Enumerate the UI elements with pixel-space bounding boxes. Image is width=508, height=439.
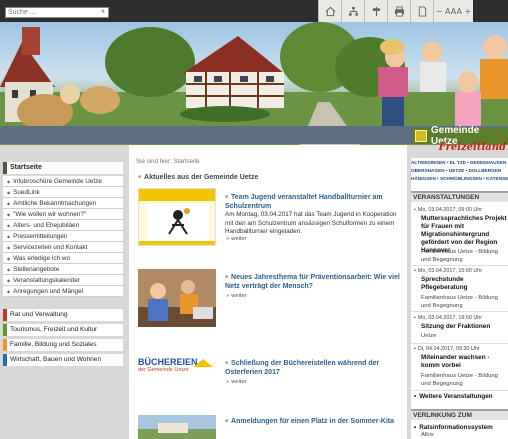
- link-subtitle: Allris: [421, 432, 434, 438]
- breadcrumb: Sie sind hier: Startseite: [136, 158, 200, 165]
- nav-subitem[interactable]: Alters- und Ehejubiläen: [3, 220, 123, 231]
- page: » − AAA +: [0, 0, 508, 439]
- divider: [411, 265, 508, 266]
- news-heading: Aktuelles aus der Gemeinde Uetze: [138, 174, 258, 181]
- nav-subitem[interactable]: Pressemitteilungen: [3, 231, 123, 242]
- print-icon[interactable]: [387, 0, 410, 22]
- event-title[interactable]: Miteinander wachsen - komm vorbei: [421, 354, 508, 370]
- event-date: Mo, 03.04.2017, 09:00 Uhr: [414, 207, 482, 213]
- nav-category-wirtschaft[interactable]: Wirtschaft, Bauen und Wohnen: [3, 354, 123, 366]
- place-line: ALTWEDINGEN • EL TZE • DEDENHAUSEN: [411, 160, 507, 165]
- place-names: ALTWEDINGEN • EL TZE • DEDENHAUSEN OBERS…: [411, 159, 508, 183]
- event-date: Mo, 03.04.2017, 15:00 Uhr: [414, 268, 482, 274]
- event-location: Uetze: [421, 333, 437, 339]
- event-location: Familienhaus Uetze - Bildung und Begegnu…: [421, 295, 498, 309]
- nav-subitem[interactable]: Amtliche Bekanntmachungen: [3, 198, 123, 209]
- toolbar: − AAA +: [318, 0, 473, 22]
- event-title[interactable]: Sitzung der Fraktionen: [421, 323, 508, 331]
- divider: [411, 390, 508, 391]
- right-sidebar: ALTWEDINGEN • EL TZE • DEDENHAUSEN OBERS…: [411, 158, 508, 439]
- event-date: Mo, 03.04.2017, 19:00 Uhr: [414, 315, 482, 321]
- article-image-children[interactable]: [138, 269, 216, 327]
- nav-category-rat[interactable]: Rat und Verwaltung: [3, 309, 123, 321]
- book-icon: [193, 359, 213, 367]
- sitemap-icon[interactable]: [341, 0, 364, 22]
- article-teaser: Am Montag, 03.04.2017 hat das Team Jugen…: [225, 211, 397, 235]
- article-more-link[interactable]: weiter: [226, 379, 246, 385]
- event-location: Familienhaus Uetze - Bildung und Begegnu…: [421, 373, 498, 387]
- nav-category-tourismus[interactable]: Tourismus, Freizeit und Kultur: [3, 324, 123, 336]
- nav-subitem[interactable]: Servicezeiten und Kontakt: [3, 242, 123, 253]
- divider: [411, 311, 508, 312]
- municipality-logo[interactable]: Gemeinde Uetze Freizeitland: [412, 125, 508, 158]
- logo-slogan: Freizeitland: [438, 142, 506, 153]
- nav-subitem[interactable]: Infobroschüre Gemeinde Uetze: [3, 176, 123, 187]
- article-title[interactable]: Team Jugend veranstaltet Handballturnier…: [225, 193, 400, 211]
- nav-subitem[interactable]: Stellenangebote: [3, 264, 123, 275]
- nav-subitem[interactable]: Was erledige ich wo: [3, 253, 123, 264]
- nav-item-startseite[interactable]: Startseite: [3, 162, 123, 174]
- library-logo[interactable]: BÜCHEREIEN der Gemeinde Uetze: [138, 357, 216, 379]
- place-line: OBERSHAGEN • UETZE • DOLLBERGEN: [411, 168, 502, 173]
- crest-icon: [415, 130, 427, 142]
- search-button[interactable]: »: [98, 8, 108, 17]
- event-date: Di, 04.04.2017, 09:30 Uhr: [414, 346, 480, 352]
- article-title[interactable]: Anmeldungen für einen Platz in der Somme…: [225, 417, 400, 426]
- nav-category-familie[interactable]: Familie, Bildung und Soziales: [3, 339, 123, 351]
- signpost-icon[interactable]: [364, 0, 387, 22]
- article-more-link[interactable]: weiter: [226, 236, 246, 242]
- place-line: HÄNIGSEN • SCHWÜBLINGSEN • KATENSEN: [411, 176, 508, 181]
- top-bar: » − AAA +: [0, 0, 508, 22]
- more-events-link[interactable]: Weitere Veranstaltungen: [414, 393, 492, 400]
- nav-subitem[interactable]: Veranstaltungskalender: [3, 275, 123, 286]
- nav-subitem[interactable]: "Wie wollen wir wohnen?": [3, 209, 123, 220]
- document-icon[interactable]: [410, 0, 433, 22]
- article-more-link[interactable]: weiter: [226, 293, 246, 299]
- font-size-control[interactable]: − AAA +: [433, 0, 473, 22]
- search-input[interactable]: [5, 7, 109, 18]
- article-image-handball[interactable]: [138, 188, 216, 246]
- article-image-kita[interactable]: [138, 415, 216, 439]
- nav-subitem[interactable]: SuedLink: [3, 187, 123, 198]
- event-title[interactable]: Sprechstunde Pflegeberatung: [421, 276, 508, 292]
- article-title[interactable]: Schließung der Büchereistellen während d…: [225, 359, 400, 377]
- article-title[interactable]: Neues Jahresthema für Präventionsarbeit:…: [225, 273, 400, 291]
- link-ratsinformationssystem[interactable]: Ratsinformationssystem: [414, 424, 492, 431]
- main-content: Sie sind hier: Startseite Aktuelles aus …: [129, 145, 407, 439]
- links-heading: VERLINKUNG ZUM: [411, 409, 508, 420]
- nav-subitem[interactable]: Anregungen und Mängel: [3, 286, 123, 297]
- home-icon[interactable]: [318, 0, 341, 22]
- divider: [411, 343, 508, 344]
- events-heading: VERANSTALTUNGEN: [411, 191, 508, 202]
- event-location: Familienhaus Uetze - Bildung und Begegnu…: [421, 249, 498, 263]
- left-navigation: Startseite Infobroschüre Gemeinde Uetze …: [0, 158, 125, 439]
